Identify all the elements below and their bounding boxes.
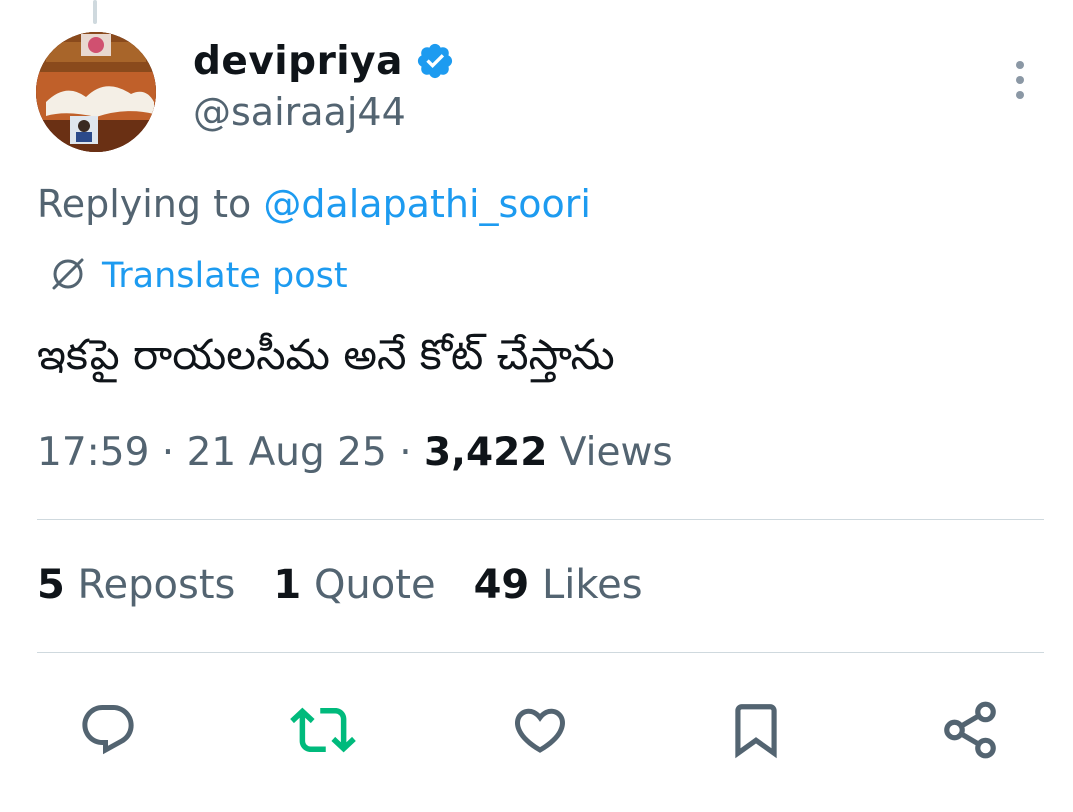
divider: [37, 519, 1044, 520]
likes-count: 49: [473, 562, 530, 608]
more-options-button[interactable]: [1000, 56, 1040, 104]
action-bar: [0, 690, 1073, 770]
translate-post-button[interactable]: Translate post: [46, 252, 348, 300]
heart-icon: [514, 708, 566, 753]
more-vertical-icon: [1016, 61, 1024, 69]
more-vertical-icon-dot: [1016, 91, 1024, 99]
reply-button[interactable]: [68, 690, 148, 770]
meta-separator: ·: [149, 430, 187, 475]
like-button[interactable]: [500, 690, 580, 770]
author-handle[interactable]: @sairaaj44: [193, 90, 406, 134]
more-vertical-icon-dot: [1016, 76, 1024, 84]
quotes-count: 1: [273, 562, 302, 608]
globe-icon: [46, 252, 90, 300]
author-display-name[interactable]: devipriya: [193, 39, 403, 84]
share-icon: [944, 701, 996, 759]
quotes-label: Quote: [301, 562, 436, 608]
meta-separator: ·: [386, 430, 425, 475]
post-text: ఇకపై రాయలసీమ అనే కోట్ చేస్తాను: [37, 330, 615, 379]
reposts-label: Reposts: [64, 562, 236, 608]
views-label: Views: [547, 430, 673, 475]
thread-connector-line: [93, 0, 97, 24]
likes-label: Likes: [529, 562, 643, 608]
bookmark-icon: [735, 704, 777, 759]
repost-button[interactable]: [283, 690, 363, 770]
avatar[interactable]: [36, 32, 156, 152]
replying-to-line: Replying to @dalapathi_soori: [37, 182, 591, 226]
author-name-row: devipriya: [193, 32, 455, 90]
avatar-image: [36, 32, 156, 152]
repost-icon: [290, 707, 356, 753]
post-date[interactable]: 21 Aug 25: [187, 430, 387, 475]
post-time[interactable]: 17:59: [37, 430, 149, 475]
translate-post-label: Translate post: [102, 256, 348, 296]
share-button[interactable]: [930, 690, 1010, 770]
quotes-stat[interactable]: 1 Quote: [273, 562, 435, 608]
engagement-stats: 5 Reposts 1 Quote 49 Likes: [37, 562, 643, 608]
reply-icon: [82, 705, 134, 755]
views-count: 3,422: [424, 430, 548, 475]
divider: [37, 652, 1044, 653]
reposts-stat[interactable]: 5 Reposts: [37, 562, 235, 608]
verified-badge-icon: [415, 41, 455, 81]
replying-to-prefix: Replying to: [37, 182, 264, 226]
reposts-count: 5: [37, 562, 65, 608]
likes-stat[interactable]: 49 Likes: [474, 562, 643, 608]
post-meta: 17:59 · 21 Aug 25 · 3,422 Views: [37, 430, 673, 475]
bookmark-button[interactable]: [716, 690, 796, 770]
reply-mention-link[interactable]: @dalapathi_soori: [263, 182, 591, 226]
